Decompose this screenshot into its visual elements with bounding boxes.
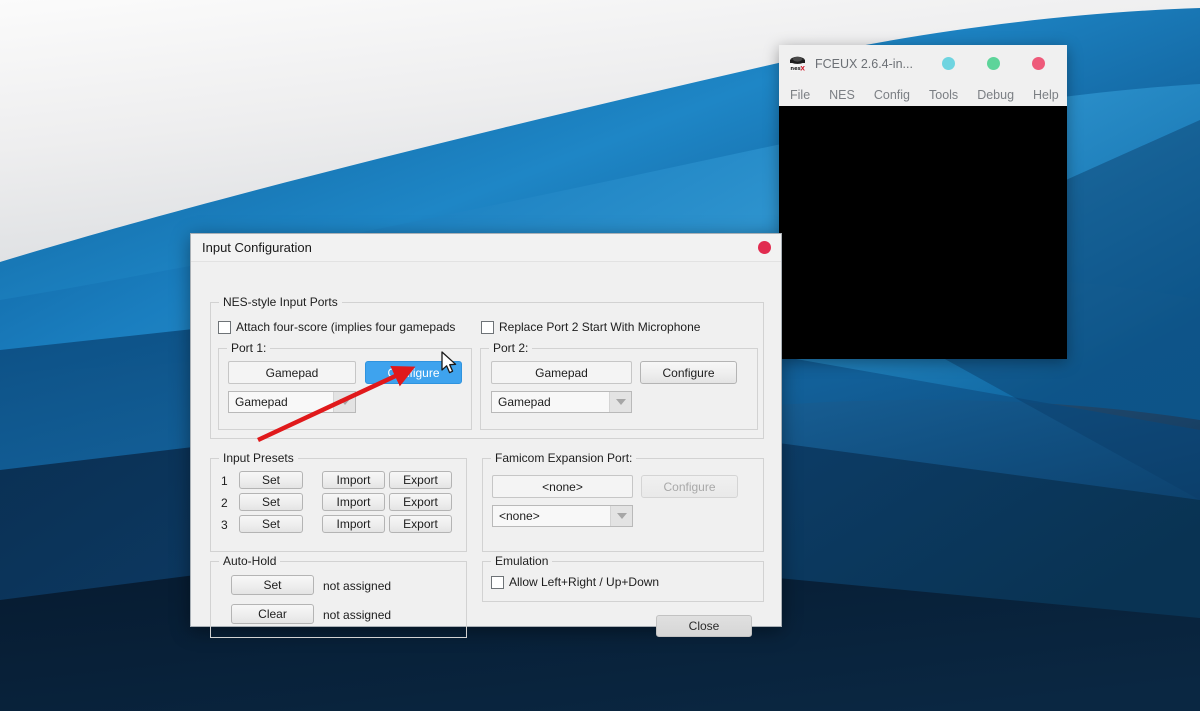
window-control-buttons (942, 57, 1057, 70)
port1-group-title: Port 1: (227, 341, 271, 355)
port1-configure-label: Configure (387, 365, 440, 380)
port1-group: Port 1: Gamepad Configure Gamepad (218, 341, 472, 430)
port1-device-display-label: Gamepad (265, 365, 319, 380)
auto-hold-group-title: Auto-Hold (219, 554, 281, 568)
replace-port2-microphone-checkbox[interactable]: Replace Port 2 Start With Microphone (481, 320, 700, 334)
port2-device-dropdown[interactable]: Gamepad (491, 391, 632, 413)
preset-1-set-button[interactable]: Set (239, 471, 303, 489)
preset-2-export-label: Export (403, 495, 438, 509)
port2-device-display-label: Gamepad (535, 365, 588, 380)
famicom-configure-label: Configure (663, 479, 716, 494)
chevron-down-icon[interactable] (609, 392, 631, 412)
port1-dropdown-value: Gamepad (235, 395, 288, 409)
preset-2-import-button[interactable]: Import (322, 493, 385, 511)
menu-item-debug[interactable]: Debug (974, 87, 1017, 103)
chevron-down-icon[interactable] (333, 392, 355, 412)
fceux-main-window[interactable]: nes X FCEUX 2.6.4-in... File NES Config … (779, 45, 1067, 359)
fceux-logo-icon: nes X (788, 54, 807, 73)
preset-2-set-button[interactable]: Set (239, 493, 303, 511)
famicom-device-display[interactable]: <none> (492, 475, 633, 498)
dialog-titlebar[interactable]: Input Configuration (191, 234, 781, 262)
nes-ports-group-title: NES-style Input Ports (219, 295, 342, 309)
famicom-device-dropdown[interactable]: <none> (492, 505, 633, 527)
checkbox-box[interactable] (481, 320, 494, 334)
auto-hold-set-label: Set (263, 578, 282, 592)
allow-left-right-checkbox[interactable]: Allow Left+Right / Up+Down (491, 575, 659, 589)
preset-3-import-button[interactable]: Import (322, 515, 385, 533)
fceux-menubar: File NES Config Tools Debug Help (779, 83, 1067, 106)
attach-four-score-label: Attach four-score (implies four gamepads (236, 320, 456, 334)
dialog-title: Input Configuration (202, 240, 312, 255)
menu-item-tools[interactable]: Tools (926, 87, 961, 103)
preset-1-export-button[interactable]: Export (389, 471, 452, 489)
minimize-button[interactable] (942, 57, 955, 70)
preset-2-import-label: Import (336, 495, 371, 509)
emulation-group-title: Emulation (491, 554, 553, 568)
svg-text:X: X (800, 66, 805, 73)
port1-device-dropdown[interactable]: Gamepad (228, 391, 356, 413)
input-configuration-dialog[interactable]: Input Configuration NES-style Input Port… (190, 233, 782, 638)
preset-1-import-label: Import (336, 473, 371, 487)
preset-2-export-button[interactable]: Export (389, 493, 452, 511)
menu-item-file[interactable]: File (787, 87, 813, 103)
port2-dropdown-value: Gamepad (498, 395, 551, 409)
port2-group-title: Port 2: (489, 341, 533, 355)
preset-1-import-button[interactable]: Import (322, 471, 385, 489)
checkbox-box[interactable] (218, 320, 231, 334)
port2-group: Port 2: Gamepad Configure Gamepad (480, 341, 758, 430)
input-presets-group-title: Input Presets (219, 451, 298, 465)
attach-four-score-checkbox[interactable]: Attach four-score (implies four gamepads (218, 320, 455, 334)
port2-configure-button[interactable]: Configure (640, 361, 737, 384)
close-button[interactable] (1032, 57, 1045, 70)
port1-device-display[interactable]: Gamepad (228, 361, 356, 384)
auto-hold-group: Auto-Hold Set not assigned Clear not ass… (210, 554, 467, 638)
preset-1-set-label: Set (261, 473, 280, 487)
checkbox-box[interactable] (491, 575, 504, 589)
port2-device-display[interactable]: Gamepad (491, 361, 632, 384)
auto-hold-clear-button[interactable]: Clear (231, 604, 314, 624)
preset-3-export-label: Export (403, 517, 438, 531)
close-dialog-label: Close (688, 619, 720, 633)
auto-hold-set-status: not assigned (323, 579, 392, 593)
auto-hold-set-button[interactable]: Set (231, 575, 314, 595)
preset-3-set-button[interactable]: Set (239, 515, 303, 533)
emulator-viewport[interactable] (779, 106, 1067, 359)
input-presets-group: Input Presets 1 Set Import Export 2 Set (210, 451, 467, 552)
preset-row-index: 2 (221, 496, 228, 510)
preset-1-export-label: Export (403, 473, 438, 487)
famicom-expansion-port-group: Famicom Expansion Port: <none> Configure… (482, 451, 764, 552)
famicom-group-title: Famicom Expansion Port: (491, 451, 637, 465)
auto-hold-clear-label: Clear (258, 607, 287, 621)
preset-2-set-label: Set (261, 495, 280, 509)
preset-3-import-label: Import (336, 517, 371, 531)
auto-hold-clear-status: not assigned (323, 608, 392, 622)
menu-item-help[interactable]: Help (1030, 87, 1062, 103)
preset-row-index: 1 (221, 474, 228, 488)
preset-row-index: 3 (221, 518, 228, 532)
dialog-close-button[interactable] (758, 241, 771, 254)
dialog-body: NES-style Input Ports Attach four-score … (191, 262, 781, 638)
close-dialog-button[interactable]: Close (656, 615, 752, 637)
menu-item-config[interactable]: Config (871, 87, 913, 103)
famicom-device-display-label: <none> (542, 479, 583, 494)
chevron-down-icon[interactable] (610, 506, 632, 526)
preset-3-export-button[interactable]: Export (389, 515, 452, 533)
port1-configure-button[interactable]: Configure (365, 361, 462, 384)
fceux-window-title: FCEUX 2.6.4-in... (815, 56, 913, 71)
port2-configure-label: Configure (662, 365, 715, 380)
menu-item-nes[interactable]: NES (826, 87, 858, 103)
fceux-titlebar[interactable]: nes X FCEUX 2.6.4-in... (779, 45, 1067, 83)
desktop-screen: nes X FCEUX 2.6.4-in... File NES Config … (0, 0, 1200, 711)
allow-left-right-label: Allow Left+Right / Up+Down (509, 575, 660, 589)
replace-port2-microphone-label: Replace Port 2 Start With Microphone (499, 320, 701, 334)
famicom-configure-button: Configure (641, 475, 738, 498)
emulation-group: Emulation Allow Left+Right / Up+Down (482, 554, 764, 602)
maximize-button[interactable] (987, 57, 1000, 70)
famicom-dropdown-value: <none> (499, 509, 540, 523)
svg-text:nes: nes (790, 66, 800, 72)
nes-style-input-ports-group: NES-style Input Ports Attach four-score … (210, 295, 764, 439)
preset-3-set-label: Set (261, 517, 280, 531)
